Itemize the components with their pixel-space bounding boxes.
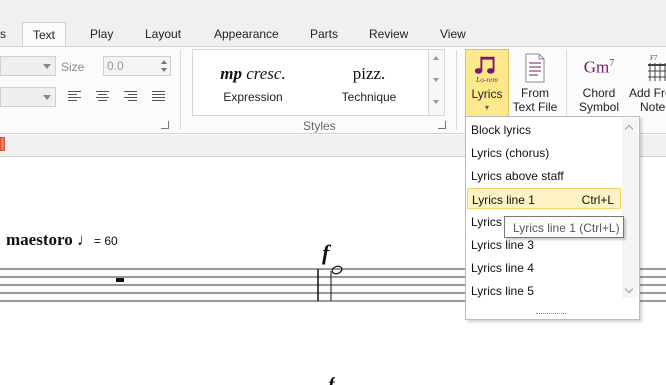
dialog-launcher-icon[interactable]	[438, 121, 446, 129]
dynamic-marking-lower[interactable]: f	[328, 374, 335, 385]
expression-sample-italic: cresc.	[246, 64, 286, 83]
size-label: Size	[61, 60, 85, 74]
chord-symbol-icon: Gm7	[583, 57, 615, 77]
tab-text[interactable]: Text	[22, 22, 67, 47]
menu-item-lyrics-line-1[interactable]: Lyrics line 1 Ctrl+L	[467, 188, 621, 209]
gallery-scroll[interactable]	[429, 49, 445, 116]
dynamic-marking[interactable]: f	[322, 240, 329, 266]
expression-sample-bold: mp	[220, 64, 242, 83]
menu-item-lyrics-above-staff[interactable]: Lyrics above staff	[467, 165, 621, 186]
from-text-file-line2: Text File	[512, 100, 558, 114]
scroll-up-icon[interactable]	[624, 124, 634, 134]
group-divider	[456, 50, 457, 130]
title-strip	[0, 0, 666, 22]
align-center-icon[interactable]	[96, 91, 110, 103]
tempo-text[interactable]: maestoro ♩= 60	[6, 230, 118, 250]
add-fretboard-button[interactable]: F7 Add Fre Note	[628, 49, 666, 117]
align-left-icon[interactable]	[68, 91, 82, 103]
style-expression[interactable]: mp cresc. Expression	[207, 64, 299, 104]
chord-symbol-line2: Symbol	[578, 100, 619, 114]
menu-scrollbar[interactable]	[622, 118, 638, 298]
style-technique-label: Technique	[341, 90, 397, 104]
ribbon-tab-bar: s Text Play Layout Appearance Parts Revi…	[0, 22, 666, 47]
svg-text:Lo-rem: Lo-rem	[475, 75, 498, 84]
chevron-down-icon	[43, 64, 51, 69]
style-technique[interactable]: pizz. Technique	[327, 64, 411, 104]
scroll-down-icon[interactable]	[624, 284, 634, 294]
font-combo[interactable]	[0, 56, 56, 76]
dialog-launcher-icon[interactable]	[161, 121, 169, 129]
tab-review[interactable]: Review	[369, 27, 408, 41]
menu-item-lyrics-chorus[interactable]: Lyrics (chorus)	[467, 142, 621, 163]
gallery-more-icon[interactable]	[433, 100, 439, 104]
resize-grip[interactable]	[536, 313, 566, 317]
lyrics-icon: Lo-rem	[474, 56, 498, 84]
menu-item-lyrics-line-4[interactable]: Lyrics line 4	[467, 257, 621, 278]
from-text-file-button[interactable]: From Text File	[512, 49, 558, 117]
styles-gallery: mp cresc. Expression pizz. Technique	[192, 49, 429, 116]
spin-down-icon[interactable]	[161, 68, 167, 72]
tab-view[interactable]: View	[440, 27, 466, 41]
style-combo[interactable]	[0, 87, 56, 107]
tab-appearance[interactable]: Appearance	[214, 27, 279, 41]
add-fretboard-line2: Note	[640, 100, 666, 114]
svg-text:F7: F7	[650, 54, 658, 62]
chord-symbol-line1: Chord	[582, 86, 616, 100]
lyrics-button-label: Lyrics	[471, 87, 503, 101]
justify-icon[interactable]	[152, 91, 166, 103]
document-icon	[525, 53, 545, 83]
tab-layout[interactable]: Layout	[145, 27, 181, 41]
align-right-icon[interactable]	[124, 91, 138, 103]
fretboard-icon: F7	[648, 54, 666, 81]
group-divider	[180, 50, 181, 130]
size-spinner[interactable]: 0.0	[103, 56, 171, 76]
style-expression-label: Expression	[223, 90, 283, 104]
styles-group-label: Styles	[303, 119, 336, 133]
chord-symbol-button[interactable]: Gm7 Chord Symbol	[574, 49, 624, 117]
chevron-down-icon	[43, 95, 51, 100]
document-tab[interactable]	[0, 137, 5, 151]
tooltip: Lyrics line 1 (Ctrl+L)	[504, 216, 624, 238]
tab-play[interactable]: Play	[90, 27, 113, 41]
shortcut-label: Ctrl+L	[581, 193, 614, 207]
menu-item-lyrics-line-5[interactable]: Lyrics line 5	[467, 280, 621, 301]
lyrics-button[interactable]: Lo-rem Lyrics ▾	[465, 49, 509, 117]
gallery-down-icon[interactable]	[433, 78, 439, 82]
tab-parts[interactable]: Parts	[310, 27, 338, 41]
menu-item-block-lyrics[interactable]: Block lyrics	[467, 119, 621, 140]
add-fretboard-line1: Add Fre	[629, 86, 666, 100]
from-text-file-line1: From	[521, 86, 549, 100]
spin-up-icon[interactable]	[161, 60, 167, 64]
gallery-up-icon[interactable]	[433, 56, 439, 60]
tab-file-partial[interactable]: s	[0, 27, 6, 41]
size-value: 0.0	[107, 59, 124, 73]
technique-sample: pizz.	[352, 64, 386, 83]
chevron-down-icon: ▾	[484, 103, 489, 112]
